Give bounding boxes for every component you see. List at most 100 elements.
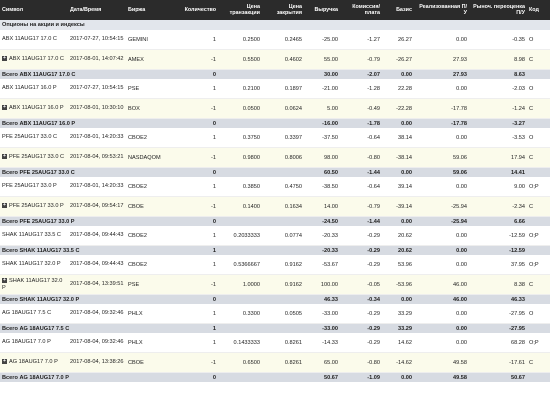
mtm-pl-cell: 8.38: [469, 274, 527, 295]
commission-cell: -0.80: [340, 147, 382, 168]
mtm-pl-cell: -27.95: [469, 304, 527, 324]
exchange-cell: BOX: [126, 98, 174, 119]
trade-price-cell: 0.3850: [218, 177, 262, 197]
close-price-cell-text: 0.3397: [284, 134, 302, 141]
trade-row: + AG 18AUG17 7.0 P 2017-08-04, 13:38:26 CBO…: [0, 352, 550, 373]
close-price-cell-text: 0.0505: [284, 310, 302, 317]
expand-plus-icon[interactable]: +: [2, 154, 7, 160]
basis-cell: 0.00: [382, 69, 414, 79]
realized-pl-cell-text: 0.00: [456, 310, 467, 317]
basis-cell: 22.28: [382, 79, 414, 99]
datetime-cell: 2017-08-04, 13:39:51: [68, 274, 126, 295]
expand-plus-icon[interactable]: +: [2, 105, 7, 111]
symbol-cell: AG 18AUG17 7.5 C: [0, 304, 68, 324]
quantity-cell-text: 1: [212, 36, 216, 43]
exchange-cell: GEMINI: [126, 30, 174, 50]
quantity-cell: 0: [174, 372, 218, 382]
mtm-pl-cell-text: -0.35: [512, 36, 525, 43]
datetime-cell-text: 2017-08-04, 09:54:17: [70, 203, 124, 210]
symbol-cell-text: PFE 25AUG17 33.0 P: [2, 183, 57, 190]
symbol-cell: + ABX 11AUG17 16.0 P: [0, 98, 68, 119]
trade-price-cell: 0.1400: [218, 196, 262, 217]
proceeds-cell: 98.00: [304, 147, 340, 168]
quantity-cell: 1: [174, 79, 218, 99]
mtm-pl-cell-text: -17.61: [509, 359, 525, 366]
proceeds-cell-text: -20.33: [322, 232, 338, 239]
expand-plus-icon[interactable]: +: [2, 203, 7, 209]
col-header-proceeds[interactable]: Выручка: [304, 0, 340, 20]
col-header-symbol[interactable]: Символ: [0, 0, 68, 20]
close-price-cell: 0.3397: [262, 128, 304, 148]
empty-cell: [262, 118, 304, 128]
code-cell: C: [527, 147, 550, 168]
col-header-close-price[interactable]: Цена закрытия: [262, 0, 304, 20]
close-price-cell-text: 0.8006: [284, 154, 302, 161]
exchange-cell: CBOE2: [126, 255, 174, 275]
proceeds-cell: -14.33: [304, 333, 340, 353]
code-cell-text: O: [529, 36, 534, 43]
basis-cell: 53.96: [382, 255, 414, 275]
datetime-cell: 2017-08-04, 09:53:21: [68, 147, 126, 168]
commission-cell: -0.05: [340, 274, 382, 295]
symbol-cell-text: ABX 11AUG17 16.0 P: [9, 105, 64, 112]
quantity-cell: 1: [174, 304, 218, 324]
empty-cell: [218, 167, 262, 177]
expand-plus-icon[interactable]: +: [2, 277, 7, 283]
trade-price-cell-text: 0.3750: [242, 134, 260, 141]
total-label: Всего ABX 11AUG17 16.0 P: [0, 118, 174, 128]
empty-cell: [527, 294, 550, 304]
trade-row: PFE 25AUG17 33.0 P 2017-08-01, 14:20:33 CB…: [0, 177, 550, 197]
expand-plus-icon[interactable]: +: [2, 56, 7, 62]
mtm-pl-cell: 8.98: [469, 49, 527, 70]
col-header-commission[interactable]: Комиссия/плата: [340, 0, 382, 20]
symbol-cell-text: SHAK 11AUG17 32.0 P: [2, 277, 63, 291]
commission-cell: -0.29: [340, 304, 382, 324]
close-price-cell-text: 0.9162: [284, 281, 302, 288]
basis-cell: -39.14: [382, 196, 414, 217]
symbol-cell: ABX 11AUG17 16.0 P: [0, 79, 68, 99]
quantity-cell: 1: [174, 255, 218, 275]
realized-pl-cell-text: 0.00: [456, 36, 467, 43]
basis-cell: 0.00: [382, 118, 414, 128]
quantity-cell: -1: [174, 352, 218, 373]
col-header-quantity[interactable]: Количество: [174, 0, 218, 20]
trade-price-cell: 0.2100: [218, 79, 262, 99]
expand-plus-icon[interactable]: +: [2, 359, 7, 365]
close-price-cell: 0.8261: [262, 333, 304, 353]
proceeds-cell-text: 55.00: [324, 56, 338, 63]
symbol-cell: PFE 25AUG17 33.0 P: [0, 177, 68, 197]
proceeds-cell-text: -38.50: [322, 183, 338, 190]
trade-row: + ABX 11AUG17 16.0 P 2017-08-01, 10:30:10 B…: [0, 98, 550, 119]
proceeds-cell: -24.50: [304, 216, 340, 226]
code-cell: O;P: [527, 177, 550, 197]
trade-price-cell-text: 0.3300: [242, 310, 260, 317]
trade-price-cell-text: 0.2500: [242, 36, 260, 43]
trade-price-cell-text: 0.5366667: [233, 261, 260, 268]
mtm-pl-cell: 37.95: [469, 255, 527, 275]
trade-price-cell-text: 0.3850: [242, 183, 260, 190]
realized-pl-cell: 0.00: [414, 128, 469, 148]
close-price-cell: 0.4602: [262, 49, 304, 70]
col-header-exchange[interactable]: Биржа: [126, 0, 174, 20]
proceeds-cell: 65.00: [304, 352, 340, 373]
proceeds-cell-text: -14.33: [322, 339, 338, 346]
symbol-cell: SHAK 11AUG17 32.0 P: [0, 255, 68, 275]
col-header-code[interactable]: Код: [527, 0, 550, 20]
realized-pl-cell: 27.93: [414, 49, 469, 70]
col-header-datetime[interactable]: Дата/Время: [68, 0, 126, 20]
symbol-cell-text: SHAK 11AUG17 33.5 C: [2, 232, 61, 239]
datetime-cell-text: 2017-08-01, 14:07:42: [70, 56, 124, 63]
datetime-cell-text: 2017-08-04, 13:39:51: [70, 281, 124, 288]
col-header-mtm-pl[interactable]: Рыноч. переоценка П/У: [469, 0, 527, 20]
commission-cell: -0.64: [340, 177, 382, 197]
code-cell-text: C: [529, 154, 534, 161]
col-header-realized-pl[interactable]: Реализованная П/У: [414, 0, 469, 20]
empty-cell: [527, 245, 550, 255]
col-header-basis[interactable]: Базис: [382, 0, 414, 20]
col-header-trade-price[interactable]: Цена транзакции: [218, 0, 262, 20]
close-price-cell: 0.0624: [262, 98, 304, 119]
mtm-pl-cell-text: -12.59: [509, 232, 525, 239]
code-cell: C: [527, 196, 550, 217]
quantity-cell: 1: [174, 245, 218, 255]
proceeds-cell-text: -25.00: [322, 36, 338, 43]
